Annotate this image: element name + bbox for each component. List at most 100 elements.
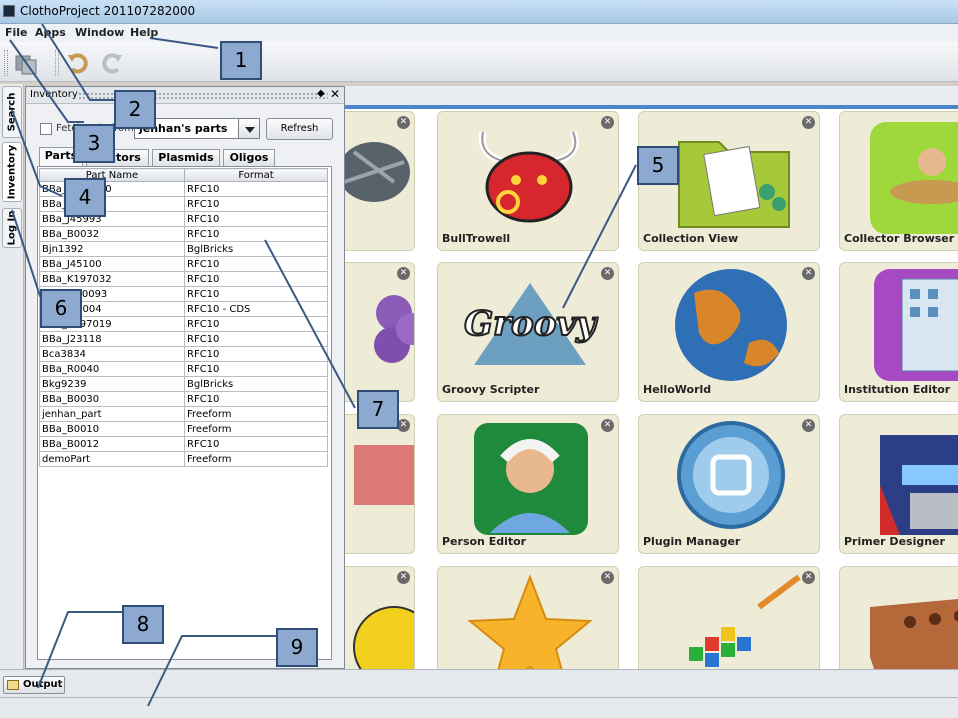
person-icon <box>474 423 588 535</box>
table-row[interactable]: Bjn1392 BglBricks <box>39 241 328 257</box>
part-name-cell: BBa_B0032 <box>39 226 185 242</box>
status-bar: Output <box>0 669 958 718</box>
format-cell: RFC10 <box>184 331 328 347</box>
part-name-cell: jenhan_part <box>39 406 185 422</box>
format-cell: BglBricks <box>184 241 328 257</box>
status-divider <box>0 697 958 698</box>
menu-window[interactable]: Window <box>75 26 124 39</box>
title-bar: ClothoProject 201107282000 <box>0 0 958 24</box>
app-tile-star[interactable]: ✕ <box>437 566 619 669</box>
plug-icon <box>677 421 785 529</box>
tab-login[interactable]: Log In <box>2 208 22 248</box>
app-tile-bulltrowell[interactable]: ✕ BullTrowell <box>437 111 619 251</box>
tab-inventory[interactable]: Inventory <box>2 142 22 202</box>
callout-1: 1 <box>220 41 262 80</box>
app-tile-person-editor[interactable]: ✕ Person Editor <box>437 414 619 554</box>
format-cell: Freeform <box>184 406 328 422</box>
table-row[interactable]: BBa_B0010 Freeform <box>39 421 328 437</box>
undo-icon[interactable] <box>66 51 90 75</box>
app-tile-collector-browser[interactable]: ✕ Collector Browser <box>839 111 958 251</box>
app-label: Person Editor <box>442 535 527 548</box>
callout-8: 8 <box>122 605 164 644</box>
tab-oligos[interactable]: Oligos <box>223 149 275 166</box>
column-part-name[interactable]: Part Name <box>39 168 185 182</box>
table-row[interactable]: BBa_R0040 RFC10 <box>39 361 328 377</box>
table-row[interactable]: BBa_B0032 RFC10 <box>39 226 328 242</box>
workspace-tab-strip <box>345 86 958 105</box>
app-label: Primer Designer <box>844 535 945 548</box>
redo-icon[interactable] <box>100 51 124 75</box>
star-icon <box>467 574 593 669</box>
table-row[interactable]: jenhan_part Freeform <box>39 406 328 422</box>
toolbar-grip[interactable] <box>4 50 8 76</box>
output-icon <box>7 680 19 690</box>
refresh-button[interactable]: Refresh <box>266 118 333 140</box>
flower-icon <box>374 295 414 363</box>
app-tile-hidden-1[interactable]: ✕ <box>345 111 415 251</box>
chevron-down-icon[interactable] <box>238 118 260 139</box>
close-icon[interactable]: ✕ <box>601 116 614 129</box>
format-cell: RFC10 <box>184 256 328 272</box>
close-icon[interactable]: ✕ <box>397 571 410 584</box>
table-row[interactable]: BBa_K197019RFC10 <box>39 316 328 332</box>
lab-plate-icon <box>354 445 414 505</box>
app-tile-groovy-scripter[interactable]: Groovy ✕ Groovy Scripter <box>437 262 619 402</box>
part-name-cell: Bca3834 <box>39 346 185 362</box>
app-label: Plugin Manager <box>643 535 741 548</box>
fetch-only-checkbox[interactable] <box>40 123 52 135</box>
close-icon[interactable]: ✕ <box>397 267 410 280</box>
app-tile-brick[interactable]: ✕ <box>839 566 958 669</box>
pin-icon[interactable]: ◆ <box>317 88 325 99</box>
table-row[interactable]: BBa_B0012 RFC10 <box>39 436 328 452</box>
format-cell: RFC10 <box>184 391 328 407</box>
app-tile-plugin-manager[interactable]: ✕ Plugin Manager <box>638 414 820 554</box>
parts-table[interactable]: Part Name Format BBa_K197000RFC10BBa_J45… <box>37 166 332 660</box>
globe-icon <box>675 269 787 381</box>
side-tab-bar: Search Inventory Log In <box>0 84 24 669</box>
column-format[interactable]: Format <box>184 168 328 182</box>
format-cell: RFC10 <box>184 436 328 452</box>
close-icon[interactable]: ✕ <box>802 419 815 432</box>
table-row[interactable]: BBa_M10093RFC10 <box>39 286 328 302</box>
app-tile-hidden-4[interactable]: ✕ <box>345 566 415 669</box>
table-row[interactable]: Bca3834 RFC10 <box>39 346 328 362</box>
table-row[interactable]: BBa_K197032 RFC10 <box>39 271 328 287</box>
app-tile-helloworld[interactable]: ✕ HelloWorld <box>638 262 820 402</box>
close-icon[interactable]: ✕ <box>330 87 340 101</box>
table-row[interactable]: BBa_J23118 RFC10 <box>39 331 328 347</box>
app-launcher-workspace: ✕ ✕ ✕ ✕ ✕ BullTrowell Groovy ✕ Groovy Sc… <box>345 109 958 669</box>
close-icon[interactable]: ✕ <box>601 571 614 584</box>
save-icon[interactable] <box>14 51 38 75</box>
close-icon[interactable]: ✕ <box>802 116 815 129</box>
callout-9: 9 <box>276 628 318 667</box>
table-row[interactable]: BBa_J45004RFC10 - CDS <box>39 301 328 317</box>
part-name-cell: Bkg9239 <box>39 376 185 392</box>
brick-icon <box>870 599 958 669</box>
toolbar-grip-2[interactable] <box>55 50 59 76</box>
close-icon[interactable]: ✕ <box>601 267 614 280</box>
close-icon[interactable]: ✕ <box>601 419 614 432</box>
blocks-icon <box>689 574 801 667</box>
tab-plasmids[interactable]: Plasmids <box>152 149 220 166</box>
app-label: Collector Browser <box>844 232 955 245</box>
table-row[interactable]: Bkg9239 BglBricks <box>39 376 328 392</box>
app-tile-blocks[interactable]: ✕ <box>638 566 820 669</box>
output-button[interactable]: Output <box>3 676 65 694</box>
app-tile-institution-editor[interactable]: ✕ Institution Editor <box>839 262 958 402</box>
format-cell: Freeform <box>184 421 328 437</box>
menu-file[interactable]: File <box>5 26 28 39</box>
menu-help[interactable]: Help <box>130 26 158 39</box>
close-icon[interactable]: ✕ <box>802 571 815 584</box>
table-row[interactable]: demoPart Freeform <box>39 451 328 467</box>
close-icon[interactable]: ✕ <box>802 267 815 280</box>
table-row[interactable]: BBa_J45100 RFC10 <box>39 256 328 272</box>
tab-search[interactable]: Search <box>2 86 22 138</box>
app-tile-hidden-2[interactable]: ✕ <box>345 262 415 402</box>
app-tile-hidden-3[interactable]: ✕ <box>345 414 415 554</box>
app-tile-primer-designer[interactable]: ✕ Primer Designer <box>839 414 958 554</box>
close-icon[interactable]: ✕ <box>397 116 410 129</box>
table-row[interactable]: BBa_B0030 RFC10 <box>39 391 328 407</box>
window-title: ClothoProject 201107282000 <box>20 4 196 18</box>
format-cell: RFC10 <box>184 181 328 197</box>
menu-apps[interactable]: Apps <box>35 26 66 39</box>
